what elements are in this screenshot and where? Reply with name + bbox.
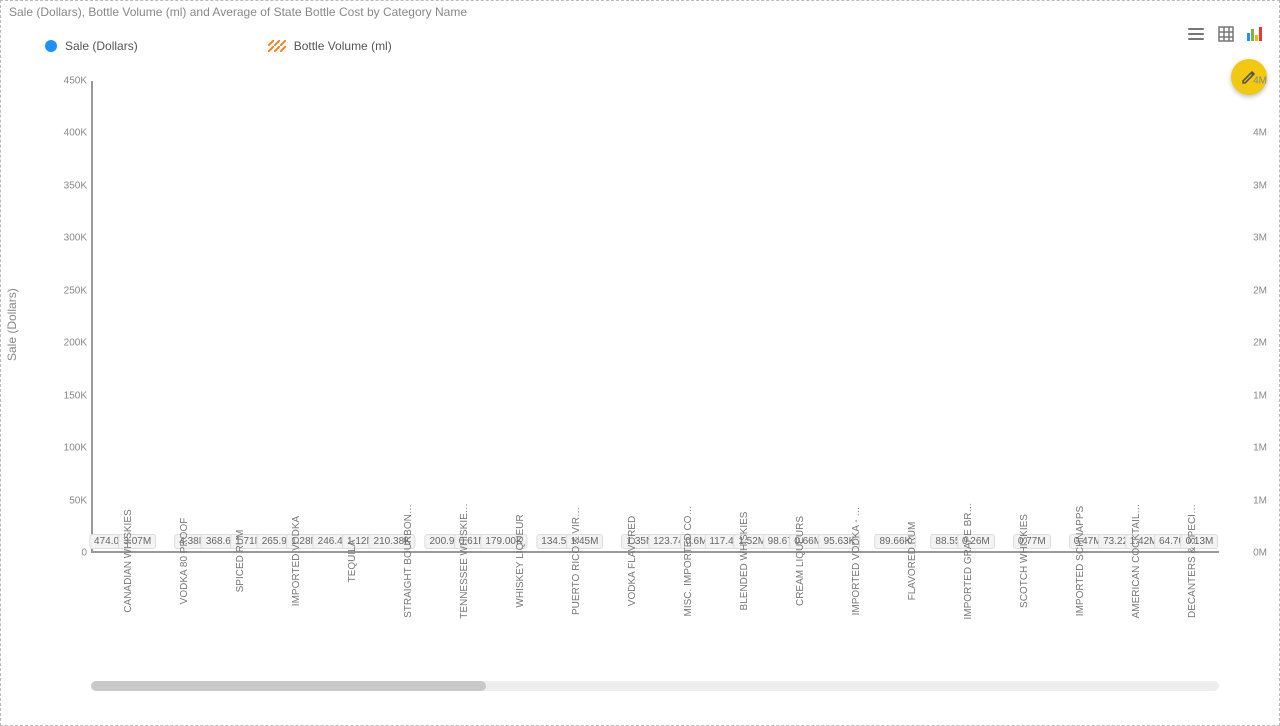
y-tick-right: 1M — [1223, 495, 1267, 506]
y-axis-left-ticks: 050K100K150K200K250K300K350K400K450K — [43, 81, 87, 553]
chart-bars: 474.05K3.07M4.38M368.66K1.71M265.90K1.28… — [97, 81, 1215, 551]
legend-item-volume[interactable]: Bottle Volume (ml) — [268, 39, 392, 53]
y-tick-right: 2M — [1223, 285, 1267, 296]
y-tick-right: 3M — [1223, 180, 1267, 191]
y-axis-left-title: Sale (Dollars) — [5, 288, 19, 361]
chart-scrollbar-thumb[interactable] — [91, 681, 486, 691]
y-tick-left: 200K — [43, 338, 87, 349]
y-tick-left: 250K — [43, 285, 87, 296]
chart-title: Sale (Dollars), Bottle Volume (ml) and A… — [9, 5, 467, 19]
chart-legend: Sale (Dollars) Bottle Volume (ml) — [45, 39, 392, 53]
y-tick-right: 4M — [1223, 128, 1267, 139]
legend-swatch-sale — [45, 40, 57, 52]
legend-swatch-volume — [268, 40, 286, 52]
x-axis-label: SCOTCH WHISKIES — [991, 557, 1047, 673]
y-tick-left: 300K — [43, 233, 87, 244]
menu-icon[interactable] — [1185, 23, 1207, 45]
chart-plot-area[interactable]: 050K100K150K200K250K300K350K400K450K 0M1… — [91, 81, 1219, 673]
x-axis-label: IMPORTED VODKA — [263, 557, 319, 673]
chart-scrollbar[interactable] — [91, 681, 1219, 691]
y-tick-left: 0 — [43, 548, 87, 559]
x-axis-label: FLAVORED RUM — [879, 557, 935, 673]
y-tick-left: 150K — [43, 390, 87, 401]
x-axis-label: BLENDED WHISKIES — [711, 557, 767, 673]
y-tick-right: 1M — [1223, 443, 1267, 454]
x-axis-label: VODKA 80 PROOF — [151, 557, 207, 673]
y-axis-right-ticks: 0M1M1M1M2M2M3M3M4M4M — [1223, 81, 1267, 553]
x-axis-label: IMPORTED VODKA - … — [823, 557, 879, 673]
x-axis-label: SPICED RUM — [207, 557, 263, 673]
x-axis-label: IMPORTED SCHNAPPS — [1047, 557, 1103, 673]
x-axis-label: STRAIGHT BOURBON… — [375, 557, 431, 673]
x-axis-label: IMPORTED GRAPE BR… — [935, 557, 991, 673]
legend-label-volume: Bottle Volume (ml) — [294, 39, 392, 53]
x-axis-label: PUERTO RICO & VIR… — [543, 557, 599, 673]
chart-type-icon[interactable] — [1245, 23, 1267, 45]
x-axis-label: AMERICAN COCKTAIL… — [1103, 557, 1159, 673]
x-axis-label: CREAM LIQUEURS — [767, 557, 823, 673]
y-tick-right: 2M — [1223, 338, 1267, 349]
x-axis-labels: CANADIAN WHISKIESVODKA 80 PROOFSPICED RU… — [95, 557, 1215, 673]
y-tick-right: 1M — [1223, 390, 1267, 401]
x-axis-label: TENNESSEE WHISKIE… — [431, 557, 487, 673]
y-tick-right: 3M — [1223, 233, 1267, 244]
y-tick-left: 50K — [43, 495, 87, 506]
legend-item-sale[interactable]: Sale (Dollars) — [45, 39, 138, 53]
y-tick-left: 100K — [43, 443, 87, 454]
y-tick-left: 350K — [43, 180, 87, 191]
chart-toolbar — [1185, 23, 1267, 45]
y-tick-right: 4M — [1223, 76, 1267, 87]
x-axis-label: TEQUILA — [319, 557, 375, 673]
x-axis-label: CANADIAN WHISKIES — [95, 557, 151, 673]
y-tick-left: 450K — [43, 76, 87, 87]
x-axis-label: VODKA FLAVORED — [599, 557, 655, 673]
x-axis-label: DECANTERS & SPECI… — [1159, 557, 1215, 673]
y-tick-right: 0M — [1223, 548, 1267, 559]
x-axis-label: WHISKEY LIQUEUR — [487, 557, 543, 673]
plot-inner: 474.05K3.07M4.38M368.66K1.71M265.90K1.28… — [91, 81, 1219, 553]
x-axis-label: MISC. IMPORTED CO… — [655, 557, 711, 673]
chart-visual: Sale (Dollars), Bottle Volume (ml) and A… — [0, 0, 1280, 726]
legend-label-sale: Sale (Dollars) — [65, 39, 138, 53]
y-tick-left: 400K — [43, 128, 87, 139]
grid-icon[interactable] — [1215, 23, 1237, 45]
